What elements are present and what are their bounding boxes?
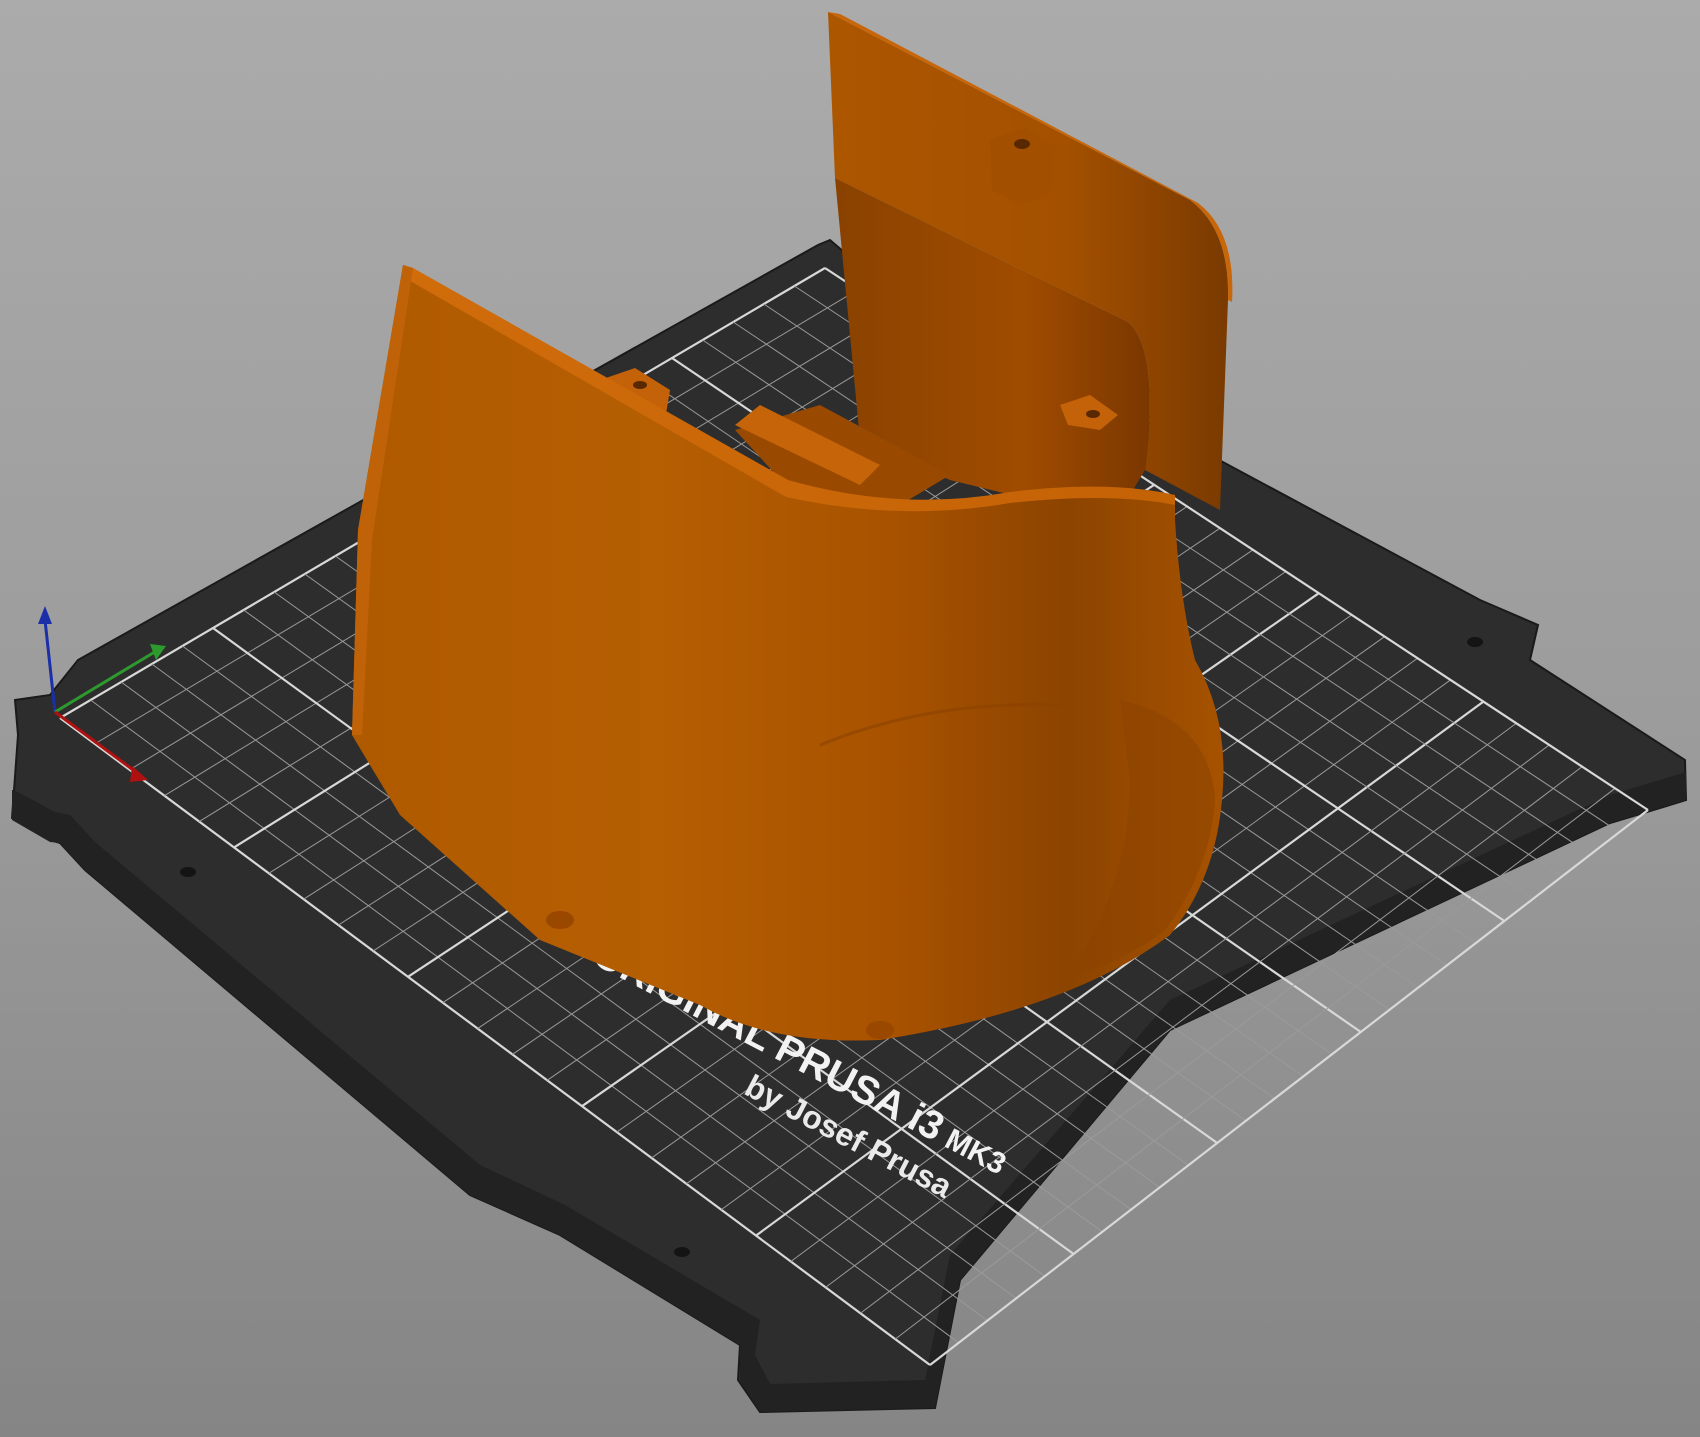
base-bump [546,911,574,929]
base-bump [866,1021,894,1039]
scene-canvas[interactable]: ORIGINAL PRUSA i3 MK3 by Josef Prusa [0,0,1700,1437]
bed-hole [180,867,196,877]
3d-viewport[interactable]: ORIGINAL PRUSA i3 MK3 by Josef Prusa [0,0,1700,1437]
z-axis-arrow [38,606,52,624]
bed-hole [674,1247,690,1257]
mount-boss-right-hole [1086,410,1100,418]
mount-boss-left-hole [633,381,647,389]
model-object[interactable] [352,12,1233,1041]
mount-boss-hole [1014,139,1030,149]
bed-hole [1467,637,1483,647]
